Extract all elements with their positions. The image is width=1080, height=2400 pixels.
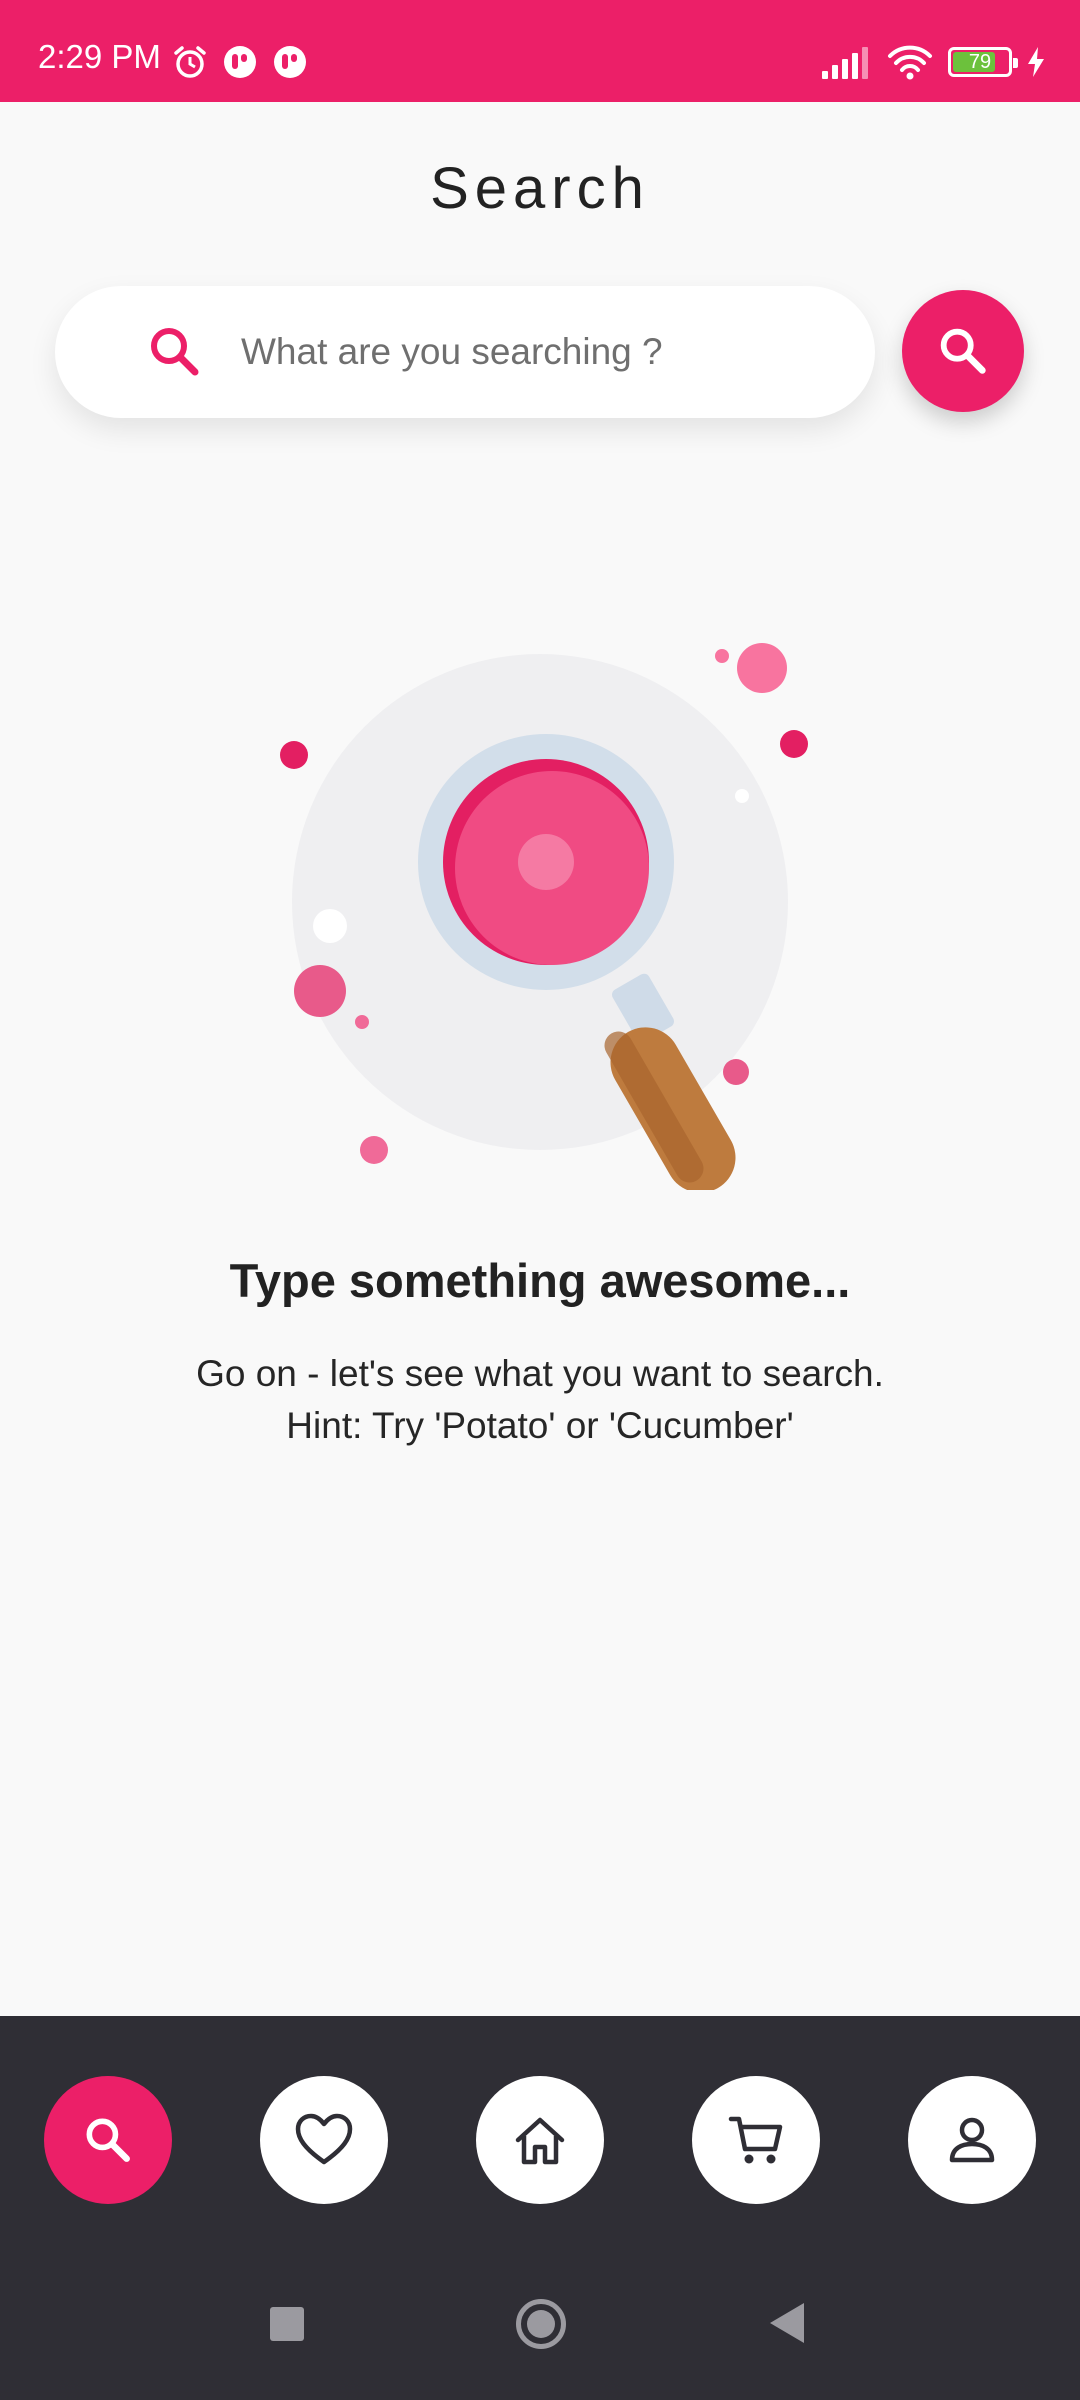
nav-profile-button[interactable] (908, 2076, 1036, 2204)
battery-icon: 79 (948, 47, 1018, 77)
app-notification-icon (274, 46, 306, 78)
signal-icon (822, 47, 868, 79)
page-title: Search (430, 156, 650, 221)
nav-favorites-button[interactable] (260, 2076, 388, 2204)
heart-icon (295, 2113, 353, 2165)
status-time: 2:29 PM (38, 38, 161, 75)
nav-home-button[interactable] (476, 2076, 604, 2204)
alarm-icon (174, 46, 206, 78)
search-icon (940, 328, 986, 374)
battery-level: 79 (968, 50, 992, 73)
system-navigation (0, 2285, 1080, 2385)
nav-search-button[interactable] (44, 2076, 172, 2204)
home-icon (515, 2117, 565, 2165)
home-button[interactable] (516, 2299, 566, 2349)
search-input[interactable] (241, 312, 841, 392)
status-right-icons: 79 (820, 44, 1046, 80)
status-bar: 2:29 PM 79 (0, 0, 1080, 102)
empty-state-subtitle-line: Go on - let's see what you want to searc… (196, 1353, 884, 1394)
app-notification-icon (224, 46, 256, 78)
wifi-icon (888, 45, 932, 80)
charging-icon (1028, 47, 1044, 77)
magnifying-glass-illustration (280, 643, 808, 1190)
cart-icon (728, 2116, 783, 2164)
nav-cart-button[interactable] (692, 2076, 820, 2204)
empty-state-subtitle: Go on - let's see what you want to searc… (0, 1348, 1080, 1452)
search-icon (86, 2118, 130, 2162)
search-bar[interactable] (55, 286, 875, 418)
bottom-nav (0, 2016, 1080, 2400)
search-icon (151, 328, 199, 376)
back-button[interactable] (770, 2303, 804, 2343)
search-submit-button[interactable] (902, 290, 1024, 412)
empty-state-hint: Hint: Try 'Potato' or 'Cucumber' (286, 1405, 794, 1446)
status-left-icons (172, 44, 308, 80)
recents-button[interactable] (270, 2307, 304, 2341)
empty-state-title: Type something awesome... (229, 1254, 851, 1307)
profile-icon (949, 2117, 995, 2163)
